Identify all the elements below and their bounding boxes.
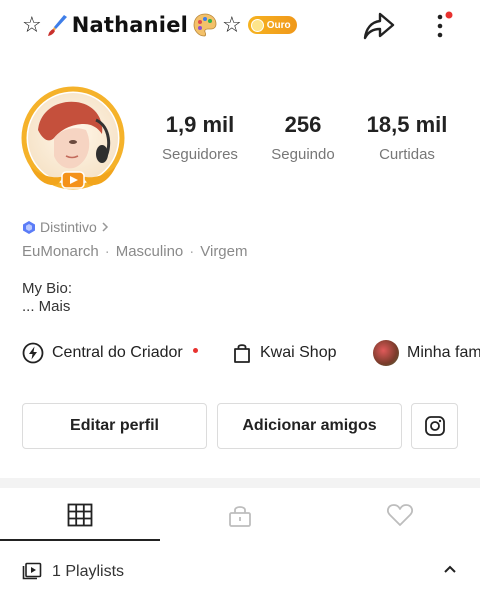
creator-center-link[interactable]: Central do Criador	[22, 342, 232, 364]
stat-following[interactable]: 256 Seguindo	[263, 112, 343, 163]
playlists-label: 1 Playlists	[52, 563, 125, 580]
likes-label: Curtidas	[379, 146, 435, 163]
gender: Masculino	[115, 243, 184, 260]
edit-profile-button[interactable]: Editar perfil	[22, 403, 207, 449]
level-badge[interactable]: Ouro	[247, 16, 297, 34]
family-avatar	[373, 340, 399, 366]
followers-label: Seguidores	[162, 146, 238, 163]
kwai-shop-link[interactable]: Kwai Shop	[232, 342, 373, 364]
badge-link[interactable]: Distintivo	[22, 219, 109, 235]
active-tab-indicator	[0, 539, 160, 541]
chevron-up-icon[interactable]	[443, 564, 457, 574]
notification-dot	[192, 347, 198, 353]
likes-count: 18,5 mil	[366, 112, 448, 137]
profile-meta: EuMonarch · Masculino · Virgem	[22, 243, 248, 260]
hexagon-badge-icon	[23, 220, 35, 234]
add-friends-button[interactable]: Adicionar amigos	[217, 403, 402, 449]
following-count: 256	[284, 112, 322, 137]
username: EuMonarch	[22, 243, 99, 260]
lock-icon	[229, 506, 251, 527]
tab-liked[interactable]	[320, 488, 480, 542]
followers-count: 1,9 mil	[165, 112, 235, 137]
star-right: ☆	[222, 12, 242, 38]
shopping-bag-icon	[234, 344, 250, 363]
profile-header: ☆ Nathaniel ☆ Ouro	[0, 0, 480, 56]
share-arrow-icon[interactable]	[362, 10, 396, 42]
badge-label: Distintivo	[40, 219, 97, 235]
level-badge-label: Ouro	[266, 19, 291, 31]
tab-posts[interactable]	[0, 488, 160, 542]
playlists-row[interactable]: 1 Playlists	[0, 552, 480, 590]
stat-followers[interactable]: 1,9 mil Seguidores	[158, 112, 242, 163]
family-link[interactable]: Minha fam	[373, 340, 480, 366]
bio-more-link[interactable]: ... Mais	[22, 298, 72, 316]
quick-links: Central do Criador Kwai Shop Minha fam	[22, 340, 480, 366]
bio-title: My Bio:	[22, 280, 73, 297]
palette-icon	[193, 13, 217, 37]
stat-likes[interactable]: 18,5 mil Curtidas	[360, 112, 454, 163]
section-divider	[0, 478, 480, 488]
star-left: ☆	[22, 12, 42, 38]
bio: My Bio: ... Mais	[22, 280, 72, 316]
display-name: Nathaniel	[71, 13, 189, 37]
separator: ·	[104, 243, 110, 260]
avatar[interactable]	[18, 84, 128, 196]
instagram-icon	[424, 416, 445, 436]
more-vertical-icon[interactable]	[430, 10, 454, 42]
zodiac-sign: Virgem	[200, 243, 248, 260]
grid-icon	[67, 503, 93, 527]
coin-icon	[250, 18, 264, 32]
heart-icon	[387, 504, 413, 526]
chevron-right-icon	[102, 222, 108, 232]
tab-private[interactable]	[160, 488, 320, 542]
bolt-icon	[22, 342, 44, 364]
following-label: Seguindo	[271, 146, 335, 163]
separator: ·	[189, 243, 195, 260]
playlist-icon	[22, 562, 42, 580]
family-label: Minha fam	[407, 344, 480, 361]
notification-dot	[445, 11, 453, 19]
paintbrush-icon	[47, 15, 67, 36]
instagram-button[interactable]	[411, 403, 458, 449]
profile-title: ☆ Nathaniel ☆ Ouro	[22, 12, 297, 38]
creator-center-label: Central do Criador	[52, 344, 183, 361]
kwai-shop-label: Kwai Shop	[260, 344, 337, 361]
